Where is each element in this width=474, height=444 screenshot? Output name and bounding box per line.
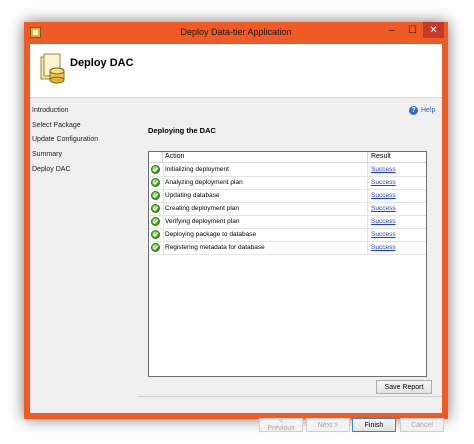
- result-link[interactable]: Success: [367, 189, 427, 202]
- dac-package-icon: [40, 53, 65, 84]
- nav-item-introduction[interactable]: Introduction: [32, 107, 69, 114]
- grid-header: Action Result: [149, 152, 426, 163]
- table-row: Initializing deployment Success: [149, 163, 426, 177]
- result-link[interactable]: Success: [367, 163, 427, 176]
- help-link[interactable]: ? Help: [409, 106, 435, 115]
- action-cell: Initializing deployment: [163, 163, 368, 176]
- success-check-icon: [151, 204, 160, 213]
- next-button[interactable]: Next >: [306, 418, 350, 432]
- action-cell: Registering metadata for database: [163, 241, 368, 254]
- wizard-nav: Introduction Select Package Update Confi…: [30, 98, 138, 398]
- window-frame: Deploy Data-tier Application – ☐ ✕ Deplo…: [24, 22, 448, 432]
- result-link[interactable]: Success: [367, 241, 427, 254]
- success-check-icon: [151, 165, 160, 174]
- help-icon: ?: [409, 106, 418, 115]
- action-cell: Updating database: [163, 189, 368, 202]
- action-cell: Deploying package to database: [163, 228, 368, 241]
- table-row: Creating deployment plan Success: [149, 202, 426, 216]
- maximize-button[interactable]: ☐: [402, 22, 423, 38]
- wizard-header: Deploy DAC: [30, 44, 442, 98]
- nav-item-deploy-dac[interactable]: Deploy DAC: [32, 166, 71, 173]
- column-header-result[interactable]: Result: [367, 152, 430, 162]
- minimize-button[interactable]: –: [381, 22, 402, 38]
- action-cell: Verifying deployment plan: [163, 215, 368, 228]
- results-grid[interactable]: Action Result Initializing deployment Su…: [148, 151, 427, 377]
- success-check-icon: [151, 217, 160, 226]
- success-check-icon: [151, 230, 160, 239]
- page-title: Deploy DAC: [70, 57, 134, 69]
- table-row: Analyzing deployment plan Success: [149, 176, 426, 190]
- table-row: Updating database Success: [149, 189, 426, 203]
- previous-button[interactable]: < Previous: [259, 418, 303, 432]
- action-cell: Analyzing deployment plan: [163, 176, 368, 189]
- section-title: Deploying the DAC: [148, 126, 216, 135]
- cancel-button[interactable]: Cancel: [400, 418, 444, 432]
- save-report-button[interactable]: Save Report: [376, 380, 432, 394]
- help-label: Help: [421, 107, 436, 114]
- table-row: Deploying package to database Success: [149, 228, 426, 242]
- nav-item-select-package[interactable]: Select Package: [32, 122, 81, 129]
- close-button[interactable]: ✕: [423, 22, 444, 38]
- result-link[interactable]: Success: [367, 215, 427, 228]
- title-bar[interactable]: Deploy Data-tier Application – ☐ ✕: [24, 22, 448, 44]
- success-check-icon: [151, 243, 160, 252]
- success-check-icon: [151, 178, 160, 187]
- action-cell: Creating deployment plan: [163, 202, 368, 215]
- nav-item-update-configuration[interactable]: Update Configuration: [32, 136, 98, 143]
- footer-divider: [138, 396, 442, 397]
- success-check-icon: [151, 191, 160, 200]
- finish-button[interactable]: Finish: [352, 418, 396, 432]
- table-row: Registering metadata for database Succes…: [149, 241, 426, 255]
- dialog-client-area: Deploy DAC Introduction Select Package U…: [30, 44, 444, 432]
- column-header-action[interactable]: Action: [162, 152, 371, 162]
- result-link[interactable]: Success: [367, 228, 427, 241]
- result-link[interactable]: Success: [367, 202, 427, 215]
- nav-item-summary[interactable]: Summary: [32, 151, 62, 158]
- table-row: Verifying deployment plan Success: [149, 215, 426, 229]
- result-link[interactable]: Success: [367, 176, 427, 189]
